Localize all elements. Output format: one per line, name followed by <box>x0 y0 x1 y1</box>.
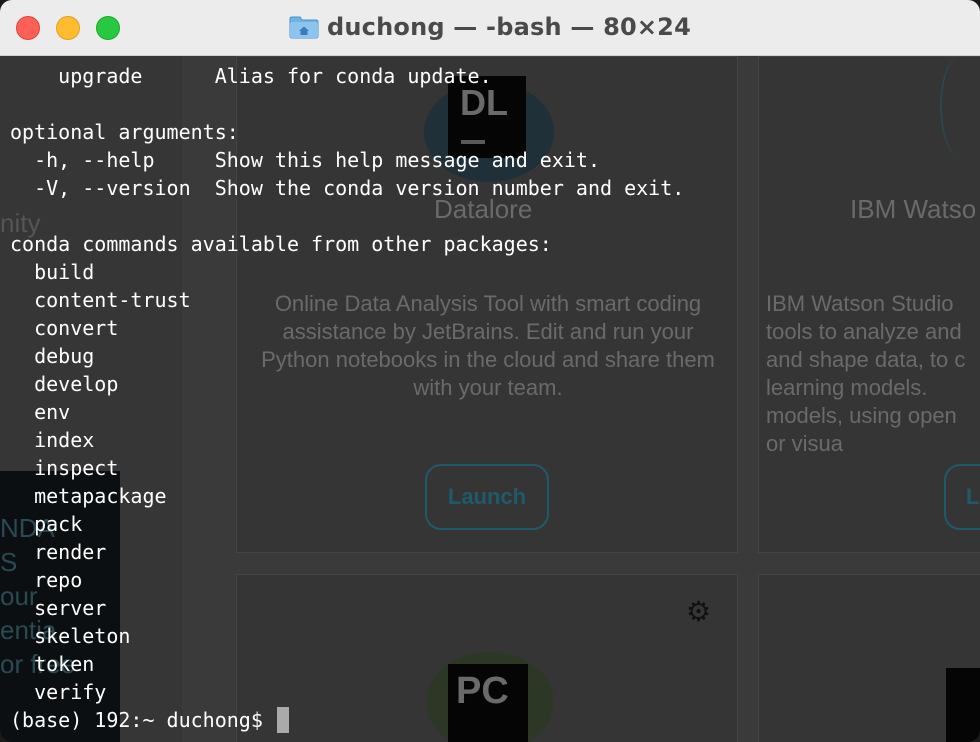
terminal-line: index <box>10 428 95 452</box>
terminal-line: content-trust <box>10 288 191 312</box>
terminal-line: token <box>10 652 95 676</box>
text-cursor <box>276 707 289 733</box>
terminal-line: convert <box>10 316 119 340</box>
terminal-line: env <box>10 400 71 424</box>
terminal-line: build <box>10 260 95 284</box>
terminal-line: -V, --version Show the conda version num… <box>10 176 685 200</box>
window-title: duchong — -bash — 80×24 <box>327 13 691 41</box>
terminal-line: conda commands available from other pack… <box>10 232 552 256</box>
terminal-line: upgrade Alias for conda update. <box>10 64 492 88</box>
home-folder-icon <box>289 15 319 39</box>
shell-prompt: (base) 192:~ duchong$ <box>10 708 275 732</box>
terminal-line: skeleton <box>10 624 131 648</box>
terminal-line: debug <box>10 344 95 368</box>
terminal-line: inspect <box>10 456 119 480</box>
terminal-line: optional arguments: <box>10 120 239 144</box>
terminal-window: nity NDA S our entia or free DL Datalore… <box>0 0 980 742</box>
terminal-line: metapackage <box>10 484 167 508</box>
terminal-line: verify <box>10 680 107 704</box>
terminal-line: repo <box>10 568 83 592</box>
terminal-line: server <box>10 596 107 620</box>
terminal-line: pack <box>10 512 83 536</box>
terminal-prompt-line[interactable]: (base) 192:~ duchong$ <box>10 706 970 734</box>
terminal-line: render <box>10 540 107 564</box>
title-bar[interactable]: duchong — -bash — 80×24 <box>0 0 980 56</box>
terminal-line: develop <box>10 372 119 396</box>
terminal-line: -h, --help Show this help message and ex… <box>10 148 601 172</box>
terminal-content[interactable]: upgrade Alias for conda update. optional… <box>0 56 980 742</box>
